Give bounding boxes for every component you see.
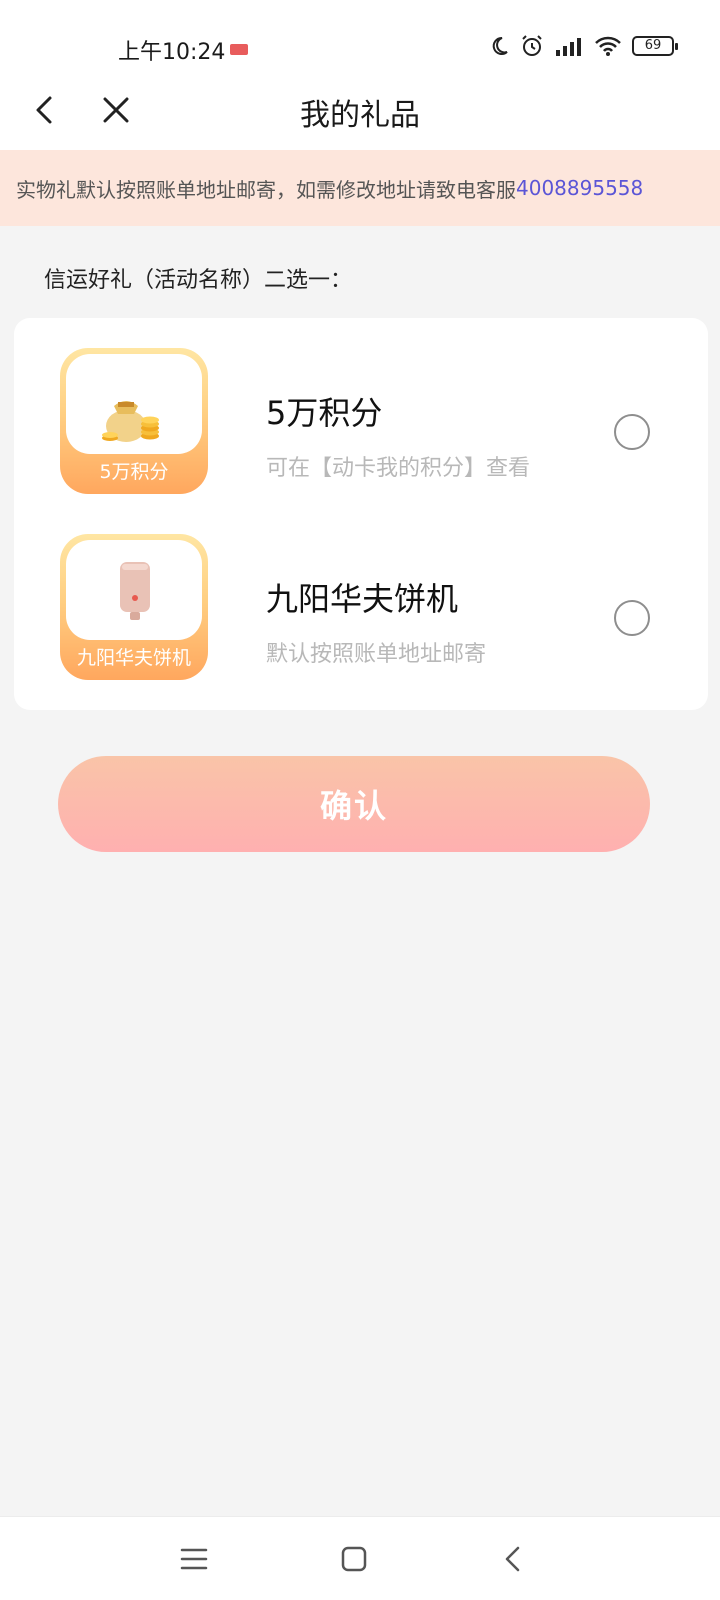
- gift-option-waffle-maker[interactable]: 九阳华夫饼机 九阳华夫饼机 默认按照账单地址邮寄: [14, 524, 708, 684]
- back-icon[interactable]: [494, 1539, 534, 1579]
- address-notice-banner: 实物礼默认按照账单地址邮寄，如需修改地址请致电客服 4008895558: [0, 150, 720, 226]
- top-nav: 我的礼品: [0, 70, 720, 150]
- notice-text: 实物礼默认按照账单地址邮寄，如需修改地址请致电客服: [16, 177, 516, 202]
- signal-icon: [556, 38, 581, 56]
- waffle-maker-icon: [120, 562, 150, 620]
- customer-service-phone-link[interactable]: 4008895558: [516, 176, 643, 200]
- moon-icon: [492, 36, 508, 55]
- status-tag: [230, 44, 248, 55]
- gift-title: 九阳华夫饼机: [266, 580, 459, 618]
- gift-options-card: 5万积分 5万积分 可在【动卡我的积分】查看 九阳华夫饼机 九阳华夫饼机 默认按…: [14, 318, 708, 710]
- gift-thumbnail: 5万积分: [60, 348, 208, 494]
- wifi-icon: [595, 36, 621, 56]
- gift-thumbnail: 九阳华夫饼机: [60, 534, 208, 680]
- gift-thumbnail-label: 九阳华夫饼机: [76, 647, 191, 669]
- battery-icon: 69: [632, 36, 678, 56]
- gift-subtitle: 默认按照账单地址邮寄: [266, 642, 487, 667]
- section-label: 信运好礼（活动名称）二选一：: [44, 268, 353, 293]
- gift-radio-points[interactable]: [614, 414, 650, 450]
- gift-radio-waffle-maker[interactable]: [614, 600, 650, 636]
- status-time: 上午10:24: [118, 40, 226, 65]
- gift-subtitle: 可在【动卡我的积分】查看: [266, 456, 531, 481]
- status-icons: 69: [488, 34, 678, 58]
- gift-title: 5万积分: [266, 394, 383, 432]
- gift-option-points[interactable]: 5万积分 5万积分 可在【动卡我的积分】查看: [14, 338, 708, 498]
- page-title: 我的礼品: [300, 98, 420, 133]
- alarm-icon: [522, 35, 542, 56]
- home-icon[interactable]: [334, 1539, 374, 1579]
- gift-thumbnail-label: 5万积分: [99, 461, 169, 483]
- confirm-button[interactable]: 确认: [58, 756, 650, 852]
- system-nav-bar: [0, 1516, 720, 1600]
- coin-bag-icon: [102, 401, 159, 442]
- menu-icon[interactable]: [174, 1539, 214, 1579]
